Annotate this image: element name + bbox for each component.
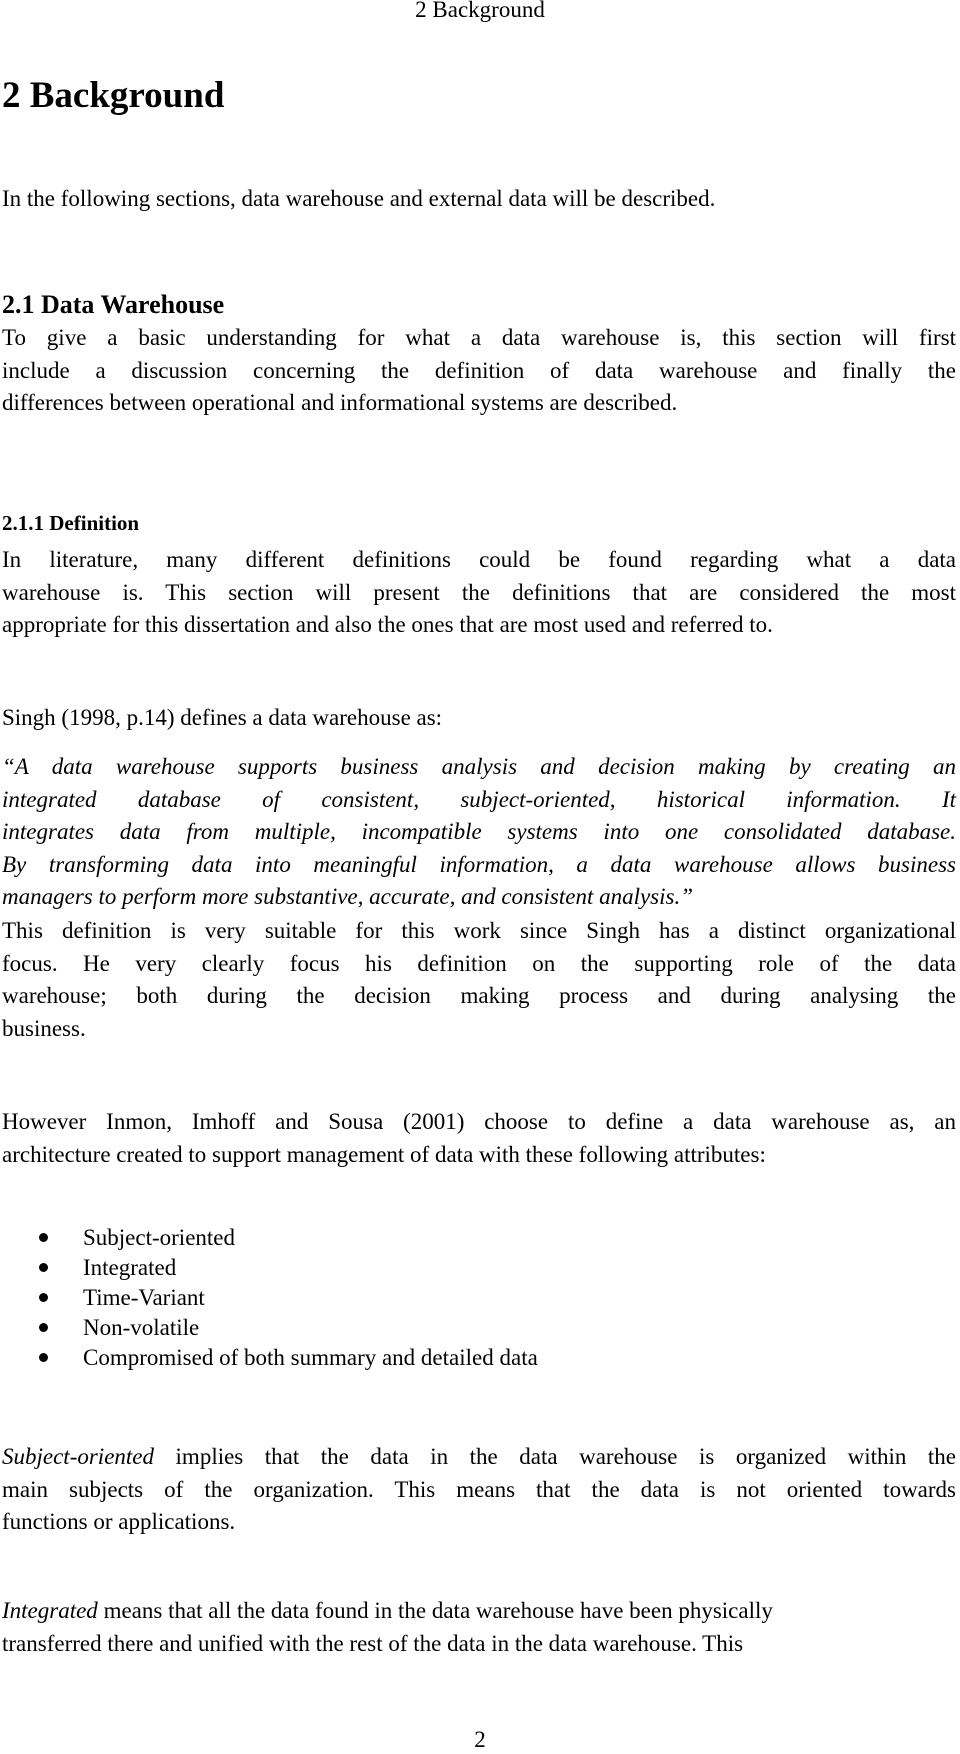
paragraph-line: business. [2,1015,86,1041]
subject-oriented-paragraph: Subject-oriented implies that the data i… [2,1441,956,1539]
quote-line: integrates data from multiple, incompati… [2,819,956,844]
paragraph-line: warehouse is. This section will present … [2,579,956,605]
bullet-icon [39,1233,48,1242]
chapter-title: 2 Background [2,75,225,116]
list-item-text: Time-Variant [83,1285,205,1310]
document-page: 2 Background 2 Background In the followi… [0,0,960,1752]
paragraph-line: focus. He very clearly focus his definit… [2,950,956,976]
quote-line: By transforming data into meaningful inf… [2,851,956,877]
paragraph-text: means that all the data found in the dat… [97,1598,773,1623]
term-integrated: Integrated [2,1598,98,1623]
quote-line: integrated database of consistent, subje… [2,786,956,812]
paragraph-line: transferred there and unified with the r… [2,1630,744,1656]
term-subject-oriented: Subject-oriented [2,1444,155,1469]
paragraph-line: In literature, many different definition… [2,547,956,572]
integrated-paragraph: Integrated means that all the data found… [2,1595,956,1660]
paragraph-text: implies that the data in the data wareho… [154,1444,956,1469]
section-title-data-warehouse: 2.1 Data Warehouse [2,290,225,319]
paragraph-line: appropriate for this dissertation and al… [2,612,773,637]
list-item: Compromised of both summary and detailed… [0,1343,538,1373]
paragraph-line: However Inmon, Imhoff and Sousa (2001) c… [2,1109,956,1134]
bullet-icon [39,1293,48,1302]
list-item-text: Integrated [83,1255,177,1280]
paragraph-line: Subject-oriented implies that the data i… [2,1441,956,1474]
paragraph-line: Singh (1998, p.14) defines a data wareho… [2,705,443,730]
definition-paragraph: In literature, many different definition… [2,544,956,642]
list-item-text: Compromised of both summary and detailed… [83,1345,538,1370]
page-number: 2 [474,1727,486,1752]
bullet-icon [39,1263,48,1272]
inmon-paragraph: However Inmon, Imhoff and Sousa (2001) c… [2,1106,956,1171]
list-item-text: Non-volatile [83,1315,200,1340]
list-item: Non-volatile [0,1313,538,1343]
subsection-title-definition: 2.1.1 Definition [2,511,140,535]
list-item: Time-Variant [0,1283,538,1313]
list-item: Subject-oriented [0,1223,538,1253]
singh-quote: “A data warehouse supports business anal… [2,751,956,914]
singh-comment-paragraph: This definition is very suitable for thi… [2,915,956,1045]
bullet-icon [39,1323,48,1332]
section-intro-paragraph: To give a basic understanding for what a… [2,322,956,420]
singh-intro: Singh (1998, p.14) defines a data wareho… [2,702,956,735]
paragraph-line: include a discussion concerning the defi… [2,357,956,383]
intro-paragraph: In the following sections, data warehous… [2,186,716,211]
list-item: Integrated [0,1253,538,1283]
paragraph-line: architecture created to support manageme… [2,1141,766,1167]
paragraph-line: Integrated means that all the data found… [2,1595,956,1628]
quote-line: “A data warehouse supports business anal… [2,754,956,779]
list-item-text: Subject-oriented [83,1225,236,1250]
attributes-list: Subject-oriented Integrated Time-Variant… [0,1223,538,1373]
quote-line: managers to perform more substantive, ac… [2,884,694,909]
paragraph-line: To give a basic understanding for what a… [2,325,956,350]
bullet-icon [39,1353,48,1362]
paragraph-line: warehouse; both during the decision maki… [2,983,956,1008]
paragraph-line: differences between operational and info… [2,390,678,415]
paragraph-line: functions or applications. [2,1509,236,1534]
paragraph-line: This definition is very suitable for thi… [2,918,956,943]
running-header: 2 Background [415,0,545,22]
paragraph-line: main subjects of the organization. This … [2,1476,956,1502]
